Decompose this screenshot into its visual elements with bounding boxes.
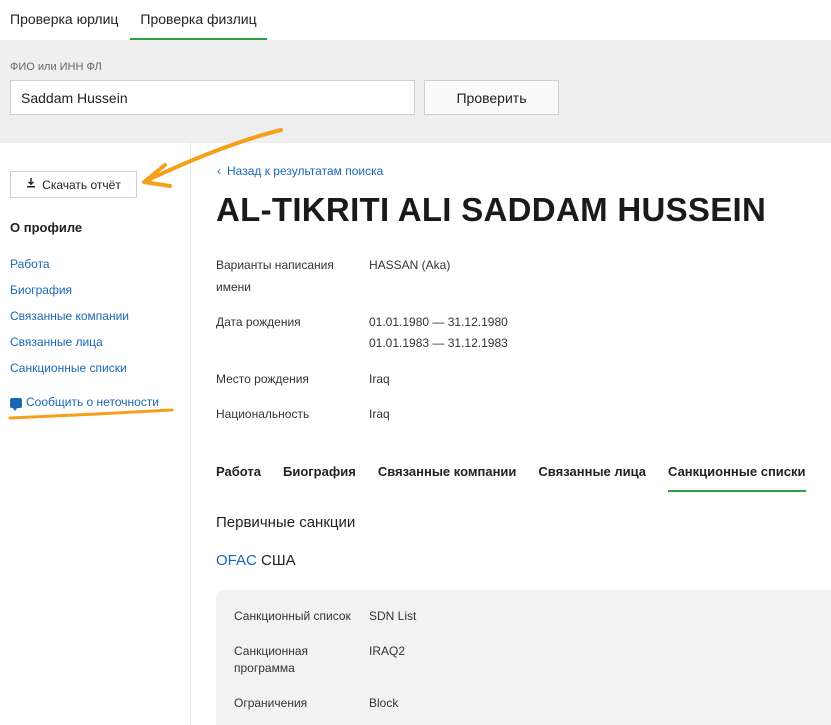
nationality-label: Национальность <box>216 407 310 421</box>
birthplace-label: Место рождения <box>216 372 309 386</box>
sidebar-link-sanction-lists[interactable]: Санкционные списки <box>10 361 127 375</box>
sanction-list-value: SDN List <box>369 609 417 623</box>
back-to-results-link[interactable]: ‹ Назад к результатам поиска <box>217 164 383 178</box>
top-tabs: Проверка юрлиц Проверка физлиц <box>0 0 831 40</box>
primary-sanctions-heading: Первичные санкции <box>216 514 356 531</box>
restrictions-label: Ограничения <box>234 696 308 710</box>
report-inaccuracy-label: Сообщить о неточности <box>26 395 159 409</box>
birth-date-label: Дата рождения <box>216 315 301 329</box>
sidebar-link-work[interactable]: Работа <box>10 257 50 271</box>
ofac-line: OFAC США <box>216 552 296 569</box>
search-panel: ФИО или ИНН ФЛ Проверить <box>0 40 831 143</box>
name-variants-label-cont: имени <box>216 280 251 294</box>
section-tab-related-companies[interactable]: Связанные компании <box>378 456 517 492</box>
ofac-country: США <box>261 552 296 569</box>
download-label: Скачать отчёт <box>42 177 121 192</box>
section-tab-related-persons[interactable]: Связанные лица <box>538 456 646 492</box>
profile-heading: О профиле <box>10 220 83 235</box>
birthplace-value: Iraq <box>369 372 390 386</box>
ofac-link[interactable]: OFAC <box>216 552 257 569</box>
report-inaccuracy-link[interactable]: Сообщить о неточности <box>10 395 159 411</box>
sanction-program-label-cont: программа <box>234 661 295 675</box>
section-tab-sanction-lists[interactable]: Санкционные списки <box>668 456 806 492</box>
sidebar-link-biography[interactable]: Биография <box>10 283 72 297</box>
section-tab-work[interactable]: Работа <box>216 456 261 492</box>
back-label: Назад к результатам поиска <box>227 164 384 178</box>
sidebar: Скачать отчёт О профиле Работа Биография… <box>0 143 191 725</box>
section-tabs: Работа Биография Связанные компании Связ… <box>216 456 806 492</box>
download-report-button[interactable]: Скачать отчёт <box>10 171 137 198</box>
name-variants-value: HASSAN (Aka) <box>369 258 451 272</box>
comment-icon <box>10 398 22 411</box>
sanction-program-label: Санкционная <box>234 644 309 658</box>
nationality-value: Iraq <box>369 407 390 421</box>
tab-legal-entities[interactable]: Проверка юрлиц <box>0 0 128 40</box>
sanction-program-value: IRAQ2 <box>369 644 406 658</box>
sidebar-link-related-persons[interactable]: Связанные лица <box>10 335 103 349</box>
person-name: AL-TIKRITI ALI SADDAM HUSSEIN <box>216 191 767 228</box>
search-label: ФИО или ИНН ФЛ <box>10 61 102 73</box>
sanction-list-label: Санкционный список <box>234 609 351 623</box>
restrictions-value: Block <box>369 696 399 710</box>
sanction-card: Санкционный список SDN List Санкционная … <box>216 590 831 725</box>
chevron-left-icon: ‹ <box>217 164 221 178</box>
tab-individuals[interactable]: Проверка физлиц <box>130 0 267 40</box>
section-tab-biography[interactable]: Биография <box>283 456 356 492</box>
birth-date-value-1: 01.01.1980 — 31.12.1980 <box>369 315 508 329</box>
birth-date-value-2: 01.01.1983 — 31.12.1983 <box>369 336 508 350</box>
sidebar-link-related-companies[interactable]: Связанные компании <box>10 309 129 323</box>
search-input[interactable] <box>10 80 415 115</box>
name-variants-label: Варианты написания <box>216 258 334 272</box>
download-icon <box>26 178 36 191</box>
check-button[interactable]: Проверить <box>424 80 559 115</box>
